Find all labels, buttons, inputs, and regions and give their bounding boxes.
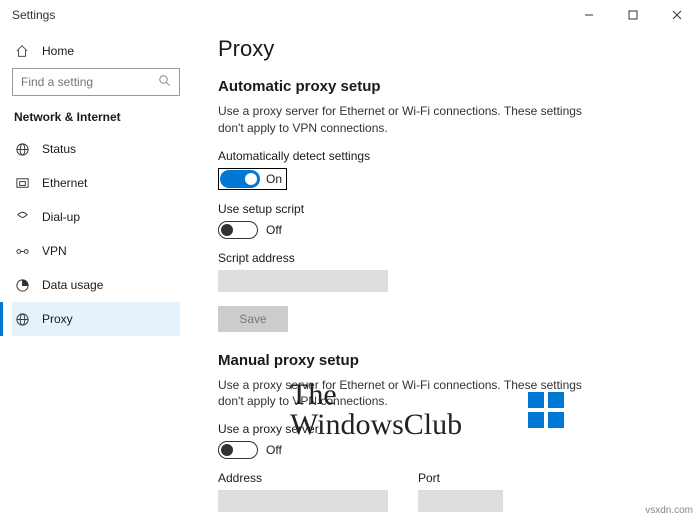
window-controls bbox=[567, 0, 699, 30]
main-content: Proxy Automatic proxy setup Use a proxy … bbox=[190, 30, 699, 520]
proxy-icon bbox=[14, 312, 30, 327]
datausage-icon bbox=[14, 278, 30, 293]
title-bar: Settings bbox=[0, 0, 699, 30]
auto-detect-toggle-highlight: On bbox=[218, 168, 287, 190]
nav-item-label: Ethernet bbox=[42, 176, 87, 190]
nav-list: Status Ethernet Dial-up VPN bbox=[12, 132, 180, 336]
nav-item-status[interactable]: Status bbox=[12, 132, 180, 166]
search-input-container[interactable] bbox=[12, 68, 180, 96]
ethernet-icon bbox=[14, 176, 30, 191]
port-label: Port bbox=[418, 471, 503, 485]
nav-item-datausage[interactable]: Data usage bbox=[12, 268, 180, 302]
address-label: Address bbox=[218, 471, 388, 485]
script-address-label: Script address bbox=[218, 251, 679, 265]
vpn-icon bbox=[14, 244, 30, 259]
use-script-label: Use setup script bbox=[218, 202, 679, 216]
auto-description: Use a proxy server for Ethernet or Wi-Fi… bbox=[218, 103, 598, 137]
home-label: Home bbox=[42, 44, 74, 58]
home-icon bbox=[14, 44, 30, 58]
sidebar: Home Network & Internet Status Ethernet bbox=[0, 30, 190, 520]
home-nav[interactable]: Home bbox=[12, 38, 180, 68]
use-script-state: Off bbox=[266, 223, 282, 237]
source-text: vsxdn.com bbox=[645, 505, 693, 516]
page-title: Proxy bbox=[218, 36, 679, 62]
app-title: Settings bbox=[12, 8, 55, 22]
auto-detect-label: Automatically detect settings bbox=[218, 149, 679, 163]
nav-item-dialup[interactable]: Dial-up bbox=[12, 200, 180, 234]
script-address-input bbox=[218, 270, 388, 292]
address-input bbox=[218, 490, 388, 512]
nav-item-proxy[interactable]: Proxy bbox=[12, 302, 180, 336]
nav-item-label: Proxy bbox=[42, 312, 73, 326]
use-script-toggle[interactable] bbox=[218, 221, 258, 239]
maximize-button[interactable] bbox=[611, 0, 655, 30]
port-input bbox=[418, 490, 503, 512]
manual-description: Use a proxy server for Ethernet or Wi-Fi… bbox=[218, 377, 598, 411]
search-input[interactable] bbox=[21, 75, 151, 89]
auto-section-title: Automatic proxy setup bbox=[218, 78, 679, 95]
category-heading: Network & Internet bbox=[14, 110, 180, 124]
dialup-icon bbox=[14, 210, 30, 225]
auto-detect-state: On bbox=[266, 172, 282, 186]
search-icon bbox=[159, 75, 171, 90]
use-proxy-label: Use a proxy server bbox=[218, 422, 679, 436]
close-button[interactable] bbox=[655, 0, 699, 30]
nav-item-label: Status bbox=[42, 142, 76, 156]
nav-item-label: Dial-up bbox=[42, 210, 80, 224]
nav-item-ethernet[interactable]: Ethernet bbox=[12, 166, 180, 200]
nav-item-label: VPN bbox=[42, 244, 67, 258]
nav-item-label: Data usage bbox=[42, 278, 103, 292]
auto-detect-toggle[interactable] bbox=[220, 170, 260, 188]
use-proxy-state: Off bbox=[266, 443, 282, 457]
use-proxy-toggle[interactable] bbox=[218, 441, 258, 459]
nav-item-vpn[interactable]: VPN bbox=[12, 234, 180, 268]
status-icon bbox=[14, 142, 30, 157]
manual-section-title: Manual proxy setup bbox=[218, 352, 679, 369]
minimize-button[interactable] bbox=[567, 0, 611, 30]
save-button: Save bbox=[218, 306, 288, 332]
